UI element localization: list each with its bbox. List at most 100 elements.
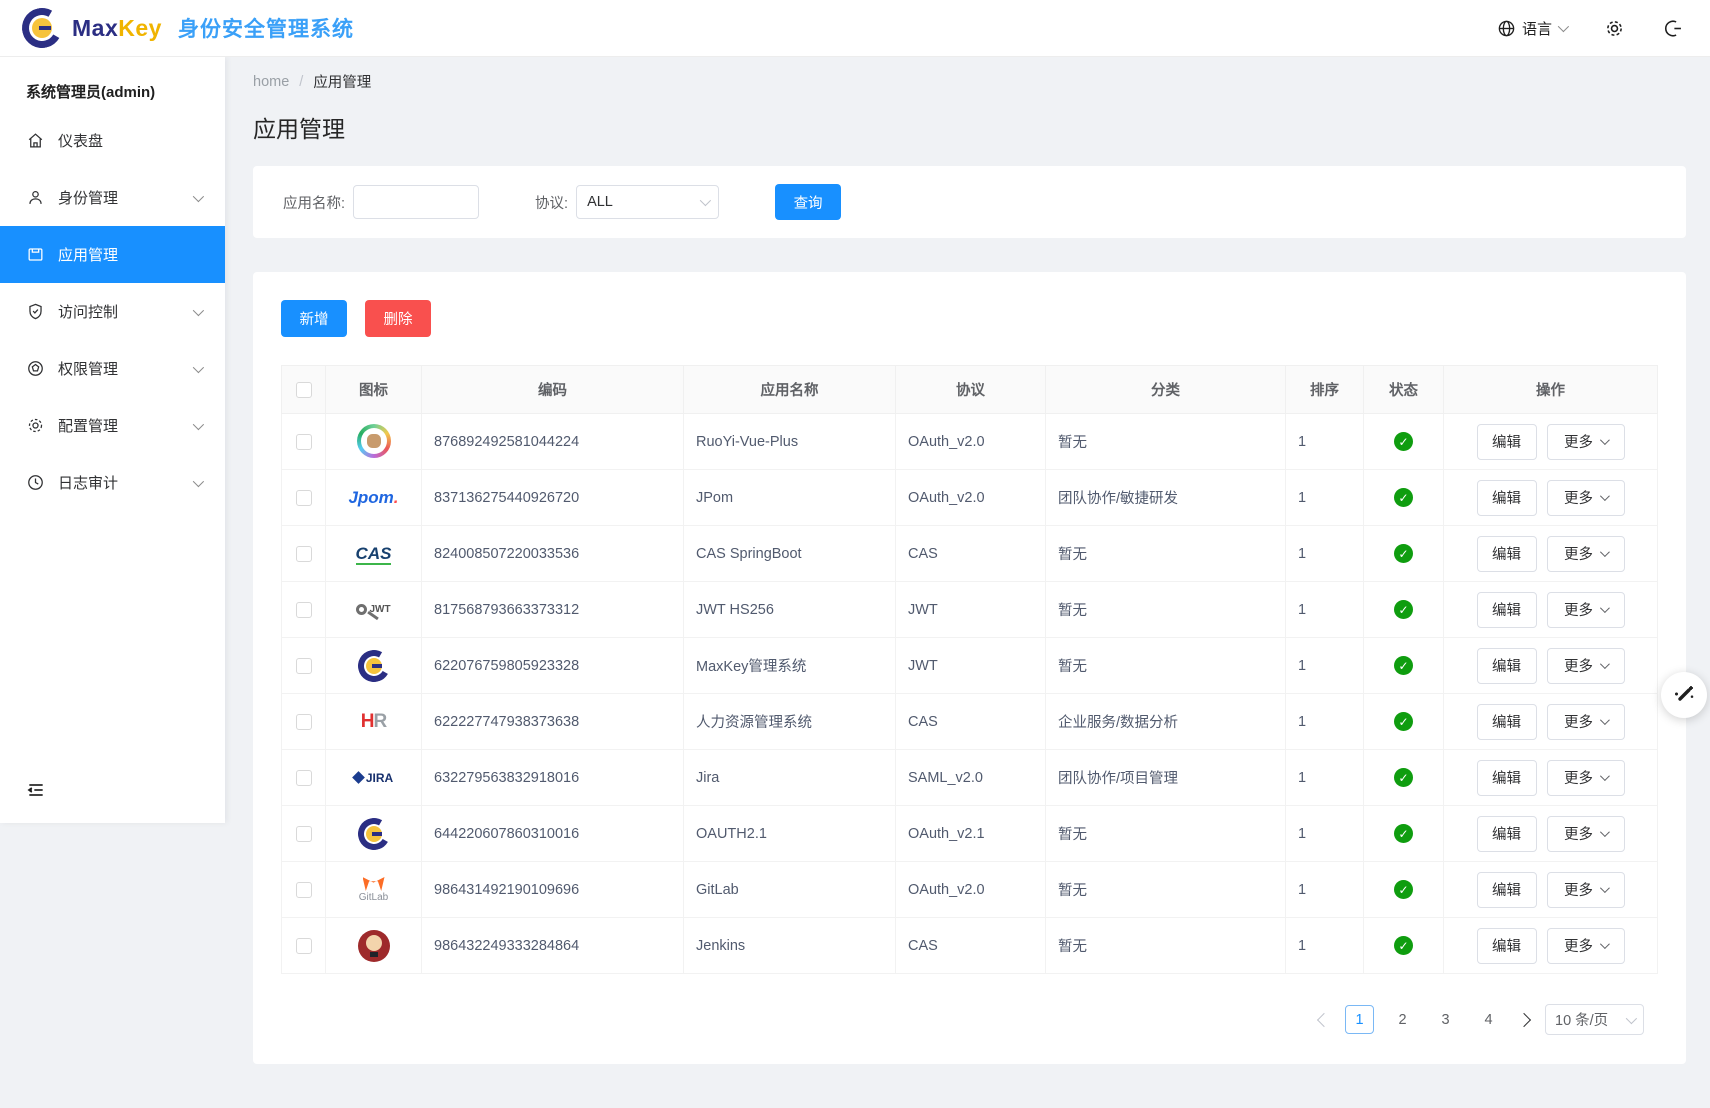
- app-protocol: JWT: [896, 582, 1046, 638]
- sidebar-item-permission[interactable]: 权限管理: [0, 340, 225, 397]
- column-header: 分类: [1046, 366, 1286, 414]
- row-checkbox[interactable]: [296, 882, 312, 898]
- more-button[interactable]: 更多: [1547, 928, 1625, 964]
- more-button[interactable]: 更多: [1547, 592, 1625, 628]
- row-checkbox[interactable]: [296, 546, 312, 562]
- add-button[interactable]: 新增: [281, 300, 347, 337]
- header-checkbox-cell: [282, 366, 326, 414]
- sidebar-item-identity[interactable]: 身份管理: [0, 169, 225, 226]
- table-row: 986432249333284864JenkinsCAS暂无1✓编辑更多: [282, 918, 1658, 974]
- pagination-page-4[interactable]: 4: [1474, 1005, 1503, 1034]
- edit-button[interactable]: 编辑: [1477, 480, 1537, 516]
- more-button[interactable]: 更多: [1547, 816, 1625, 852]
- main-content: home / 应用管理 应用管理 应用名称: 协议: ALL 查询 新增 删除 …: [225, 57, 1710, 1108]
- app-sort: 1: [1286, 414, 1364, 470]
- app-icon: [26, 245, 45, 264]
- status-enabled-icon: ✓: [1394, 656, 1413, 675]
- app-category: 暂无: [1046, 638, 1286, 694]
- sidebar-collapse-button[interactable]: [0, 762, 225, 823]
- more-button[interactable]: 更多: [1547, 480, 1625, 516]
- applications-table: 图标编码应用名称协议分类排序状态操作 876892492581044224Ruo…: [281, 365, 1658, 974]
- edit-button[interactable]: 编辑: [1477, 592, 1537, 628]
- edit-button[interactable]: 编辑: [1477, 872, 1537, 908]
- row-checkbox[interactable]: [296, 714, 312, 730]
- sidebar-item-config[interactable]: 配置管理: [0, 397, 225, 454]
- more-button[interactable]: 更多: [1547, 760, 1625, 796]
- app-status: ✓: [1364, 414, 1444, 470]
- language-switcher[interactable]: 语言: [1497, 18, 1566, 39]
- edit-button[interactable]: 编辑: [1477, 648, 1537, 684]
- row-actions: 编辑更多: [1444, 862, 1658, 918]
- status-enabled-icon: ✓: [1394, 936, 1413, 955]
- sidebar-item-app[interactable]: 应用管理: [0, 226, 225, 283]
- row-checkbox[interactable]: [296, 602, 312, 618]
- app-icon-cell: Jpom.: [344, 478, 404, 518]
- status-enabled-icon: ✓: [1394, 544, 1413, 563]
- table-row: 876892492581044224RuoYi-Vue-PlusOAuth_v2…: [282, 414, 1658, 470]
- breadcrumb-home-link[interactable]: home: [253, 74, 289, 90]
- table-row: 644220607860310016OAUTH2.1OAuth_v2.1暂无1✓…: [282, 806, 1658, 862]
- row-checkbox[interactable]: [296, 938, 312, 954]
- chevron-down-icon: [193, 361, 204, 372]
- magic-wand-icon: [1672, 683, 1696, 707]
- delete-button[interactable]: 删除: [365, 300, 431, 337]
- sidebar: 系统管理员(admin) 仪表盘身份管理应用管理访问控制权限管理配置管理日志审计: [0, 57, 225, 823]
- pagination-page-3[interactable]: 3: [1431, 1005, 1460, 1034]
- maxkey-logo-icon: [22, 8, 62, 48]
- column-header: 图标: [326, 366, 422, 414]
- chevron-down-icon: [1600, 659, 1610, 669]
- chevron-down-icon: [1600, 491, 1610, 501]
- floating-assistant-button[interactable]: [1661, 672, 1707, 718]
- more-button[interactable]: 更多: [1547, 704, 1625, 740]
- app-icon-cell: HR: [344, 702, 404, 742]
- audit-icon: [26, 473, 45, 492]
- edit-button[interactable]: 编辑: [1477, 760, 1537, 796]
- collapse-menu-icon: [26, 780, 46, 800]
- more-button[interactable]: 更多: [1547, 648, 1625, 684]
- chevron-down-icon: [1600, 939, 1610, 949]
- sidebar-item-access[interactable]: 访问控制: [0, 283, 225, 340]
- config-icon: [26, 416, 45, 435]
- edit-button[interactable]: 编辑: [1477, 928, 1537, 964]
- row-checkbox[interactable]: [296, 490, 312, 506]
- edit-button[interactable]: 编辑: [1477, 704, 1537, 740]
- app-name: GitLab: [684, 862, 896, 918]
- row-checkbox[interactable]: [296, 434, 312, 450]
- app-name-input[interactable]: [353, 185, 479, 219]
- query-button[interactable]: 查询: [775, 184, 841, 220]
- settings-button[interactable]: [1604, 18, 1625, 39]
- chevron-down-icon: [1600, 771, 1610, 781]
- page-size-select[interactable]: 10 条/页: [1545, 1004, 1644, 1035]
- protocol-select-value: ALL: [587, 194, 613, 210]
- brand-title-max: Max: [72, 15, 118, 41]
- chevron-down-icon: [1600, 715, 1610, 725]
- edit-button[interactable]: 编辑: [1477, 424, 1537, 460]
- row-checkbox[interactable]: [296, 770, 312, 786]
- app-sort: 1: [1286, 694, 1364, 750]
- app-status: ✓: [1364, 750, 1444, 806]
- app-name: MaxKey管理系统: [684, 638, 896, 694]
- select-all-checkbox[interactable]: [296, 382, 312, 398]
- sidebar-user-title: 系统管理员(admin): [0, 57, 225, 112]
- logout-button[interactable]: [1663, 18, 1684, 39]
- more-button[interactable]: 更多: [1547, 536, 1625, 572]
- row-checkbox[interactable]: [296, 826, 312, 842]
- row-checkbox[interactable]: [296, 658, 312, 674]
- breadcrumb-separator: /: [299, 74, 303, 90]
- column-header: 应用名称: [684, 366, 896, 414]
- pagination-page-1[interactable]: 1: [1345, 1005, 1374, 1034]
- status-enabled-icon: ✓: [1394, 712, 1413, 731]
- pagination-prev-icon[interactable]: [1317, 1012, 1331, 1026]
- pagination-next-icon[interactable]: [1517, 1012, 1531, 1026]
- sidebar-item-audit[interactable]: 日志审计: [0, 454, 225, 511]
- app-code: 632279563832918016: [422, 750, 684, 806]
- edit-button[interactable]: 编辑: [1477, 816, 1537, 852]
- sidebar-item-home[interactable]: 仪表盘: [0, 112, 225, 169]
- app-code: 824008507220033536: [422, 526, 684, 582]
- more-button[interactable]: 更多: [1547, 424, 1625, 460]
- protocol-select[interactable]: ALL: [576, 185, 719, 219]
- pagination-page-2[interactable]: 2: [1388, 1005, 1417, 1034]
- edit-button[interactable]: 编辑: [1477, 536, 1537, 572]
- app-name: JWT HS256: [684, 582, 896, 638]
- more-button[interactable]: 更多: [1547, 872, 1625, 908]
